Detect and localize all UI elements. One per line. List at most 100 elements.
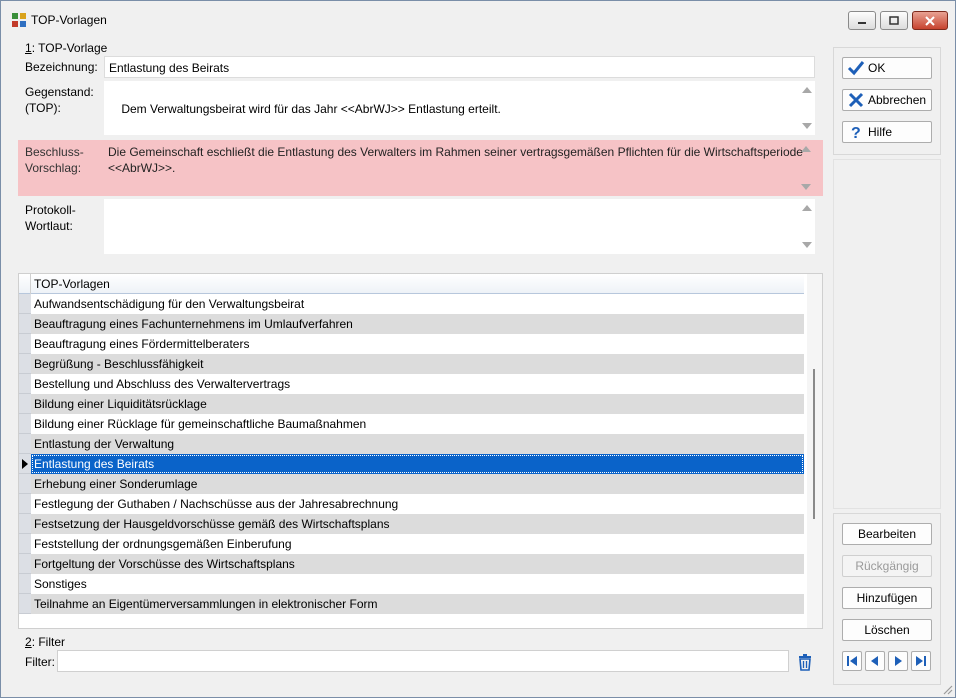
scroll-down-icon[interactable] xyxy=(801,184,811,190)
ok-label: OK xyxy=(868,61,886,75)
table-row[interactable]: Bestellung und Abschluss des Verwalterve… xyxy=(19,374,804,394)
grid-header-label[interactable]: TOP-Vorlagen xyxy=(34,277,110,291)
row-cell[interactable]: Festlegung der Guthaben / Nachschüsse au… xyxy=(31,494,804,514)
table-row[interactable]: Festlegung der Guthaben / Nachschüsse au… xyxy=(19,494,804,514)
row-indicator[interactable] xyxy=(19,454,31,474)
table-row[interactable]: Feststellung der ordnungsgemäßen Einberu… xyxy=(19,534,804,554)
gegenstand-field[interactable]: Dem Verwaltungsbeirat wird für das Jahr … xyxy=(104,81,815,135)
row-cell[interactable]: Beauftragung eines Fördermittelberaters xyxy=(31,334,804,354)
row-indicator[interactable] xyxy=(19,394,31,414)
abbrechen-label: Abbrechen xyxy=(868,93,927,107)
trash-icon[interactable] xyxy=(795,652,815,672)
section1-label-num: 1 xyxy=(25,41,32,55)
table-row[interactable]: Bildung einer Liquiditätsrücklage xyxy=(19,394,804,414)
table-row[interactable]: Beauftragung eines Fachunternehmens im U… xyxy=(19,314,804,334)
table-row[interactable]: Fortgeltung der Vorschüsse des Wirtschaf… xyxy=(19,554,804,574)
table-row[interactable]: Aufwandsentschädigung für den Verwaltung… xyxy=(19,294,804,314)
row-cell[interactable]: Bestellung und Abschluss des Verwalterve… xyxy=(31,374,804,394)
row-cell[interactable]: Aufwandsentschädigung für den Verwaltung… xyxy=(31,294,804,314)
hilfe-button[interactable]: ? Hilfe xyxy=(842,121,932,143)
beschluss-scrollbar[interactable] xyxy=(798,140,814,196)
abbrechen-button[interactable]: Abbrechen xyxy=(842,89,932,111)
row-indicator[interactable] xyxy=(19,514,31,534)
row-indicator[interactable] xyxy=(19,534,31,554)
ok-button[interactable]: OK xyxy=(842,57,932,79)
gegenstand-label: Gegenstand: (TOP): xyxy=(25,85,94,115)
first-record-button[interactable] xyxy=(842,651,862,671)
bearbeiten-button[interactable]: Bearbeiten xyxy=(842,523,932,545)
protokoll-scrollbar[interactable] xyxy=(799,199,815,254)
scroll-down-icon[interactable] xyxy=(802,242,812,248)
close-button[interactable] xyxy=(912,11,948,30)
bezeichnung-label: Bezeichnung: xyxy=(25,60,98,74)
last-icon xyxy=(916,656,926,666)
row-cell[interactable]: Feststellung der ordnungsgemäßen Einberu… xyxy=(31,534,804,554)
maximize-button[interactable] xyxy=(880,11,908,30)
row-indicator[interactable] xyxy=(19,474,31,494)
table-row[interactable]: Beauftragung eines Fördermittelberaters xyxy=(19,334,804,354)
bezeichnung-field[interactable]: Entlastung des Beirats xyxy=(104,56,815,78)
minimize-button[interactable] xyxy=(848,11,876,30)
next-record-button[interactable] xyxy=(888,651,908,671)
row-cell[interactable]: Sonstiges xyxy=(31,574,804,594)
row-cell[interactable]: Beauftragung eines Fachunternehmens im U… xyxy=(31,314,804,334)
row-indicator[interactable] xyxy=(19,314,31,334)
rueckgaengig-button[interactable]: Rückgängig xyxy=(842,555,932,577)
section2-label-text: : Filter xyxy=(31,635,66,649)
scroll-up-icon[interactable] xyxy=(802,87,812,93)
resize-grip-icon[interactable] xyxy=(941,683,953,695)
gegenstand-scrollbar[interactable] xyxy=(799,81,815,135)
scroll-down-icon[interactable] xyxy=(802,123,812,129)
row-indicator[interactable] xyxy=(19,354,31,374)
row-cell[interactable]: Entlastung der Verwaltung xyxy=(31,434,804,454)
row-indicator[interactable] xyxy=(19,554,31,574)
table-row[interactable]: Begrüßung - Beschlussfähigkeit xyxy=(19,354,804,374)
check-icon xyxy=(847,61,865,76)
table-row[interactable]: Bildung einer Rücklage für gemeinschaftl… xyxy=(19,414,804,434)
table-row[interactable]: Festsetzung der Hausgeldvorschüsse gemäß… xyxy=(19,514,804,534)
table-row[interactable]: Erhebung einer Sonderumlage xyxy=(19,474,804,494)
row-cell[interactable]: Bildung einer Rücklage für gemeinschaftl… xyxy=(31,414,804,434)
row-cell[interactable]: Bildung einer Liquiditätsrücklage xyxy=(31,394,804,414)
row-indicator[interactable] xyxy=(19,594,31,614)
current-row-pointer-icon xyxy=(22,459,28,469)
loeschen-button[interactable]: Löschen xyxy=(842,619,932,641)
prev-icon xyxy=(871,656,878,666)
beschluss-field[interactable]: Die Gemeinschaft eschließt die Entlastun… xyxy=(104,140,814,196)
section1-label-text: : TOP-Vorlage xyxy=(31,41,108,55)
help-icon: ? xyxy=(851,125,861,141)
row-indicator[interactable] xyxy=(19,334,31,354)
row-indicator[interactable] xyxy=(19,374,31,394)
row-cell[interactable]: Erhebung einer Sonderumlage xyxy=(31,474,804,494)
row-cell[interactable]: Begrüßung - Beschlussfähigkeit xyxy=(31,354,804,374)
scroll-up-icon[interactable] xyxy=(801,146,811,152)
grid-scrollbar[interactable] xyxy=(807,274,822,628)
scroll-up-icon[interactable] xyxy=(802,205,812,211)
next-icon xyxy=(895,656,902,666)
table-row[interactable]: Entlastung des Beirats xyxy=(19,454,804,474)
last-record-button[interactable] xyxy=(911,651,931,671)
prev-record-button[interactable] xyxy=(865,651,885,671)
top-vorlagen-grid[interactable]: TOP-Vorlagen Aufwandsentschädigung für d… xyxy=(18,273,823,629)
table-row[interactable]: Entlastung der Verwaltung xyxy=(19,434,804,454)
grid-scroll-thumb[interactable] xyxy=(813,369,815,519)
row-cell[interactable]: Teilnahme an Eigentümerversammlungen in … xyxy=(31,594,804,614)
row-indicator[interactable] xyxy=(19,414,31,434)
row-cell[interactable]: Entlastung des Beirats xyxy=(31,454,804,474)
row-cell[interactable]: Fortgeltung der Vorschüsse des Wirtschaf… xyxy=(31,554,804,574)
close-icon xyxy=(913,12,947,29)
grid-header-indicator xyxy=(19,274,31,294)
row-indicator[interactable] xyxy=(19,434,31,454)
filter-label: Filter: xyxy=(25,655,55,669)
table-row[interactable]: Sonstiges xyxy=(19,574,804,594)
hinzufuegen-button[interactable]: Hinzufügen xyxy=(842,587,932,609)
row-cell[interactable]: Festsetzung der Hausgeldvorschüsse gemäß… xyxy=(31,514,804,534)
grid-header: TOP-Vorlagen xyxy=(19,274,804,294)
table-row[interactable]: Teilnahme an Eigentümerversammlungen in … xyxy=(19,594,804,614)
row-indicator[interactable] xyxy=(19,494,31,514)
filter-input[interactable] xyxy=(57,650,789,672)
protokoll-field[interactable] xyxy=(104,199,815,254)
row-indicator[interactable] xyxy=(19,574,31,594)
row-indicator[interactable] xyxy=(19,294,31,314)
svg-text:?: ? xyxy=(851,125,861,141)
